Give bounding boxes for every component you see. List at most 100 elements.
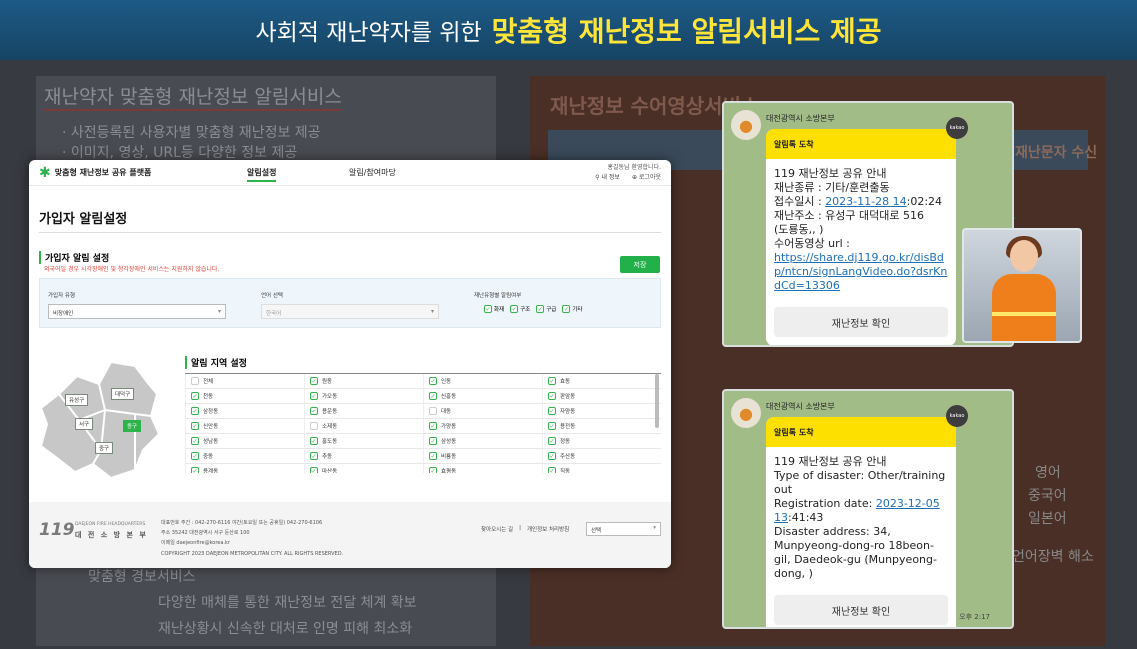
region-checkbox-item[interactable]: ✓ 마산동 (304, 464, 423, 473)
background-bottom-item: 맞춤형 경보서비스 (88, 569, 196, 585)
confirm-disaster-button[interactable]: 재난정보 확인 (774, 595, 948, 625)
checkbox-checked-icon: ✓ (310, 407, 318, 415)
checkbox-checked-icon: ✓ (548, 467, 556, 473)
map-label-yuseong[interactable]: 유성구 (65, 394, 89, 406)
region-row: ✓ 삼정동 ✓ 용운동 대동 ✓ 자양동 (185, 404, 661, 419)
date-link[interactable]: 2023-11-28 14 (825, 195, 906, 208)
disaster-option-other[interactable]: ✓ 기타 (562, 305, 583, 313)
kakao-badge-icon: kakao (946, 117, 968, 139)
divider (39, 232, 661, 233)
region-checkbox-item[interactable]: ✓ 원동 (304, 374, 423, 388)
sign-language-interpreter-image (962, 228, 1082, 343)
region-label: 삼정동 (203, 409, 219, 415)
message-line: 수어동영상 url : (774, 237, 850, 250)
region-label: 추동 (322, 454, 333, 460)
message-header: 알림톡 도착 (766, 417, 956, 447)
footer-link-privacy[interactable]: 개인정보 처리방침 (527, 525, 569, 533)
region-checkbox-item[interactable]: 전체 (185, 374, 304, 388)
footer-logo: 119 (39, 520, 75, 540)
save-button[interactable]: 저장 (620, 256, 660, 273)
region-checkbox-item[interactable]: ✓ 중동 (185, 449, 304, 463)
map-label-daedeok[interactable]: 대덕구 (111, 388, 135, 400)
region-checkbox-item[interactable]: 소제동 (304, 419, 423, 433)
figure-torso (992, 274, 1056, 341)
map-label-seo[interactable]: 서구 (75, 418, 94, 430)
region-scrollbar[interactable] (655, 374, 659, 428)
message-line: 119 재난정보 공유 안내 (774, 167, 887, 180)
region-label: 전체 (203, 379, 214, 385)
checkbox-checked-icon: ✓ (510, 305, 519, 313)
region-checkbox-item[interactable]: ✓ 삼성동 (423, 434, 542, 448)
disaster-option-rescue[interactable]: ✓ 구조 (510, 305, 530, 313)
checkbox-checked-icon: ✓ (429, 452, 437, 460)
checkbox-checked-icon: ✓ (310, 437, 318, 445)
region-checkbox-item[interactable]: ✓ 가오동 (304, 389, 423, 403)
nav-alert-settings[interactable]: 알림설정 (247, 167, 277, 182)
checkbox-checked-icon: ✓ (548, 452, 556, 460)
disaster-type-label: 재난유형별 알림여부 (474, 293, 522, 299)
region-label: 성남동 (203, 439, 219, 445)
sender-avatar: ● (731, 398, 761, 428)
region-checkbox-item[interactable]: ✓ 자양동 (542, 404, 661, 418)
background-bullet: · 사전등록된 사용자별 맞춤형 재난정보 제공 (62, 125, 321, 141)
sign-video-link[interactable]: https://share.dj119.go.kr/disBdp/ntcn/si… (774, 251, 948, 293)
logout-label: 로그아웃 (638, 174, 661, 181)
region-checkbox-item[interactable]: ✓ 신흥동 (423, 389, 542, 403)
region-checkbox-item[interactable]: ✓ 용운동 (304, 404, 423, 418)
region-checkbox-item[interactable]: ✓ 직동 (542, 464, 661, 473)
background-left-title: 재난약자 맞춤형 재난정보 알림서비스 (44, 82, 342, 111)
region-checkbox-item[interactable]: ✓ 비룡동 (423, 449, 542, 463)
map-label-dong[interactable]: 동구 (123, 420, 142, 432)
disaster-option-fire[interactable]: ✓ 화재 (484, 305, 504, 313)
region-row: ✓ 성남동 ✓ 홍도동 ✓ 삼성동 ✓ 정동 (185, 434, 661, 449)
checkbox-checked-icon: ✓ (429, 422, 437, 430)
region-checkbox-item[interactable]: ✓ 효동 (542, 374, 661, 388)
region-map[interactable]: 유성구 대덕구 서구 동구 중구 (39, 354, 167, 484)
disaster-option-ems[interactable]: ✓ 구급 (536, 305, 556, 313)
my-info-link[interactable]: ⚲ 내 정보 (595, 172, 620, 181)
region-checkbox-item[interactable]: ✓ 삼정동 (185, 404, 304, 418)
logout-icon: ⊕ (631, 174, 637, 181)
option-label: 화재 (494, 307, 505, 313)
region-checkbox-item[interactable]: ✓ 가양동 (423, 419, 542, 433)
region-checkbox-item[interactable]: ✓ 천동 (185, 389, 304, 403)
region-checkbox-item[interactable]: ✓ 판암동 (542, 389, 661, 403)
region-checkbox-item[interactable]: ✓ 용전동 (542, 419, 661, 433)
confirm-disaster-button[interactable]: 재난정보 확인 (774, 307, 948, 337)
nav-alert-participation[interactable]: 알림/참여마당 (349, 167, 396, 178)
user-menu: ⚲ 내 정보 ⊕ 로그아웃 (595, 172, 661, 181)
region-checkbox-item[interactable]: ✓ 용계동 (185, 464, 304, 473)
region-checkbox-item[interactable]: ✓ 주산동 (542, 449, 661, 463)
background-bottom-item: 다양한 매체를 통한 재난정보 전달 체계 확보 (158, 595, 417, 611)
footer-site-select[interactable]: 선택 ▾ (586, 522, 661, 536)
logout-link[interactable]: ⊕ 로그아웃 (632, 172, 661, 181)
footer-logo-kr: 대 전 소 방 본 부 (75, 531, 148, 539)
platform-logo[interactable]: ✱ 맞춤형 재난정보 공유 플랫폼 (39, 165, 151, 181)
region-checkbox-item[interactable]: ✓ 신안동 (185, 419, 304, 433)
region-checkbox-item[interactable]: ✓ 효평동 (423, 464, 542, 473)
region-label: 용계동 (203, 469, 219, 473)
checkbox-checked-icon: ✓ (429, 377, 437, 385)
map-label-jung[interactable]: 중구 (95, 442, 114, 454)
window-header: ✱ 맞춤형 재난정보 공유 플랫폼 알림설정 알림/참여마당 홍길동님 환영합니다… (29, 160, 671, 186)
figure-head (1010, 240, 1038, 272)
background-right-item: 중국어 (1028, 488, 1067, 504)
checkbox-checked-icon: ✓ (310, 467, 318, 473)
region-label: 신안동 (203, 424, 219, 430)
footer-link-directions[interactable]: 찾아오시는 길 (481, 525, 513, 533)
region-label: 용전동 (560, 424, 576, 430)
language-select[interactable]: 한국어 ▾ (261, 304, 439, 319)
settings-window: ✱ 맞춤형 재난정보 공유 플랫폼 알림설정 알림/참여마당 홍길동님 환영합니다… (29, 160, 671, 568)
region-checkbox-item[interactable]: ✓ 추동 (304, 449, 423, 463)
footer-links: 찾아오시는 길 | 개인정보 처리방침 (481, 525, 569, 533)
region-checkbox-item[interactable]: ✓ 정동 (542, 434, 661, 448)
region-checkbox-item[interactable]: 대동 (423, 404, 542, 418)
banner: 사회적 재난약자를 위한 맞춤형 재난정보 알림서비스 제공 (0, 0, 1137, 60)
user-type-select[interactable]: 비장애인 ▾ (48, 304, 226, 319)
region-checkbox-item[interactable]: ✓ 홍도동 (304, 434, 423, 448)
checkbox-checked-icon: ✓ (484, 305, 492, 313)
page-title: 가입자 알림설정 (39, 212, 128, 227)
background-right-item: 언어장벽 해소 (1012, 549, 1094, 565)
region-checkbox-item[interactable]: ✓ 인동 (423, 374, 542, 388)
region-checkbox-item[interactable]: ✓ 성남동 (185, 434, 304, 448)
